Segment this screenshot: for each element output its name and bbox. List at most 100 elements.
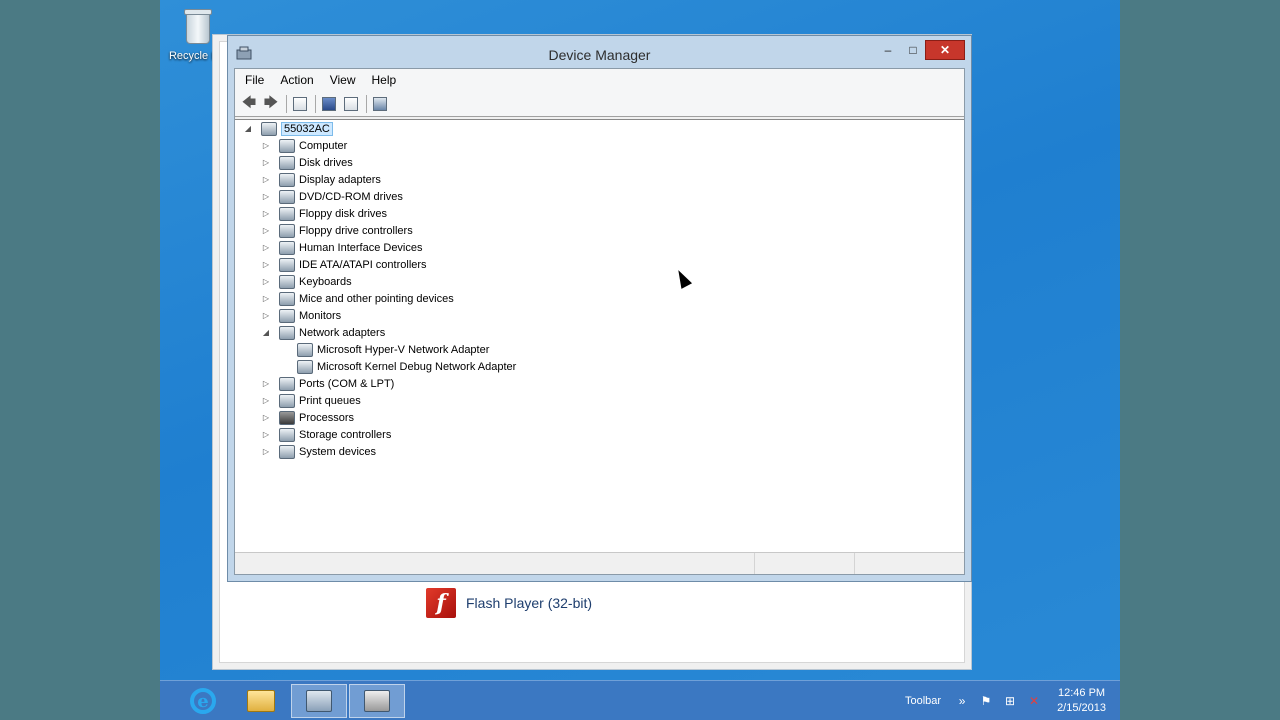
action-center-flag-icon[interactable]: ⚑	[979, 694, 993, 708]
tree-item-processors[interactable]: ▷ Processors	[261, 409, 354, 426]
tree-item-label: Floppy drive controllers	[299, 224, 413, 237]
tree-item-system-devices[interactable]: ▷ System devices	[261, 443, 376, 460]
menu-action[interactable]: Action	[272, 73, 321, 87]
tree-item-storage-controllers[interactable]: ▷ Storage controllers	[261, 426, 391, 443]
tree-item-label: Network adapters	[299, 326, 386, 339]
dvd-drive-icon	[279, 189, 295, 204]
taskbar: e Toolbar » ⚑ ⊞ ✕ 12:46 PM 2/15/2013	[160, 680, 1120, 720]
properties-button[interactable]	[341, 94, 361, 114]
collapse-toggle-icon[interactable]: ▷	[261, 141, 271, 150]
tree-item-label: Display adapters	[299, 173, 381, 186]
collapse-toggle-icon[interactable]: ▷	[261, 226, 271, 235]
control-panel-icon	[306, 690, 332, 712]
collapse-toggle-icon[interactable]: ▷	[261, 277, 271, 286]
clock-date: 2/15/2013	[1057, 702, 1106, 714]
tree-item-kernel-debug-network-adapter[interactable]: Microsoft Kernel Debug Network Adapter	[297, 358, 516, 375]
forward-arrow-icon[interactable]: 🡆	[261, 94, 281, 114]
port-icon	[279, 376, 295, 391]
toolbar-divider	[286, 94, 287, 113]
status-segment	[235, 553, 755, 574]
tree-item-dvd-cd-rom-drives[interactable]: ▷ DVD/CD-ROM drives	[261, 188, 403, 205]
title-bar[interactable]: Device Manager – □ ✕	[228, 36, 971, 68]
expand-toggle-icon[interactable]: ◢	[243, 124, 253, 133]
status-segment	[855, 553, 935, 574]
collapse-toggle-icon[interactable]: ▷	[261, 192, 271, 201]
storage-controller-icon	[279, 427, 295, 442]
collapse-toggle-icon[interactable]: ▷	[261, 430, 271, 439]
close-button[interactable]: ✕	[925, 40, 965, 60]
toolbar-label[interactable]: Toolbar	[905, 695, 941, 707]
flash-player-label: Flash Player (32-bit)	[466, 595, 593, 611]
collapse-toggle-icon[interactable]: ▷	[261, 379, 271, 388]
tree-root-label: 55032AC	[281, 121, 333, 136]
scan-hardware-button[interactable]	[370, 94, 390, 114]
device-manager-icon	[364, 690, 390, 712]
tree-item-monitors[interactable]: ▷ Monitors	[261, 307, 341, 324]
device-manager-window: Device Manager – □ ✕ File Action View He…	[227, 35, 972, 582]
tree-item-label: Disk drives	[299, 156, 353, 169]
tree-item-computer[interactable]: ▷ Computer	[261, 137, 347, 154]
desktop: Recycle Bin f Flash Player (32-bit) Devi…	[160, 0, 1120, 720]
toolbar: 🡄 🡆	[235, 91, 964, 117]
network-adapter-icon	[297, 359, 313, 374]
chevron-icon[interactable]: »	[955, 694, 969, 708]
flash-player-item[interactable]: f Flash Player (32-bit)	[426, 588, 592, 618]
menu-view[interactable]: View	[322, 73, 364, 87]
tree-item-label: System devices	[299, 445, 377, 458]
taskbar-device-manager[interactable]	[349, 684, 405, 718]
tree-item-label: Floppy disk drives	[299, 207, 388, 220]
collapse-toggle-icon[interactable]: ▷	[261, 209, 271, 218]
tree-item-network-adapters[interactable]: ◢ Network adapters	[261, 324, 385, 341]
tree-item-label: IDE ATA/ATAPI controllers	[299, 258, 427, 271]
tree-item-ports[interactable]: ▷ Ports (COM & LPT)	[261, 375, 394, 392]
help-button[interactable]	[319, 94, 339, 114]
taskbar-file-explorer[interactable]	[233, 684, 289, 718]
tree-item-display-adapters[interactable]: ▷ Display adapters	[261, 171, 381, 188]
clock[interactable]: 12:46 PM 2/15/2013	[1057, 686, 1106, 716]
menu-bar: File Action View Help	[235, 69, 964, 91]
mouse-icon	[279, 291, 295, 306]
collapse-toggle-icon[interactable]: ▷	[261, 294, 271, 303]
minimize-button[interactable]: –	[875, 40, 901, 60]
console-tree-icon	[293, 96, 307, 111]
tree-item-label: Microsoft Kernel Debug Network Adapter	[317, 360, 517, 373]
collapse-toggle-icon[interactable]: ▷	[261, 413, 271, 422]
tree-item-label: Mice and other pointing devices	[299, 292, 454, 305]
network-icon[interactable]: ⊞	[1003, 694, 1017, 708]
menu-help[interactable]: Help	[364, 73, 405, 87]
tree-item-disk-drives[interactable]: ▷ Disk drives	[261, 154, 353, 171]
tree-item-keyboards[interactable]: ▷ Keyboards	[261, 273, 352, 290]
back-arrow-icon[interactable]: 🡄	[239, 94, 259, 114]
flash-player-icon: f	[426, 588, 456, 618]
system-tray: Toolbar » ⚑ ⊞ ✕ 12:46 PM 2/15/2013	[905, 681, 1120, 720]
taskbar-control-panel[interactable]	[291, 684, 347, 718]
tree-item-mice[interactable]: ▷ Mice and other pointing devices	[261, 290, 454, 307]
menu-file[interactable]: File	[237, 73, 272, 87]
collapse-toggle-icon[interactable]: ▷	[261, 243, 271, 252]
tree-item-floppy-drive-controllers[interactable]: ▷ Floppy drive controllers	[261, 222, 413, 239]
tree-item-human-interface-devices[interactable]: ▷ Human Interface Devices	[261, 239, 423, 256]
floppy-controller-icon	[279, 223, 295, 238]
window-title: Device Manager	[548, 47, 651, 63]
volume-muted-icon[interactable]: ✕	[1027, 694, 1041, 708]
expand-toggle-icon[interactable]: ◢	[261, 328, 271, 337]
maximize-button[interactable]: □	[901, 40, 925, 60]
collapse-toggle-icon[interactable]: ▷	[261, 311, 271, 320]
tree-root[interactable]: ◢ 55032AC	[243, 120, 333, 137]
floppy-disk-icon	[279, 206, 295, 221]
taskbar-internet-explorer[interactable]: e	[175, 684, 231, 718]
tree-item-print-queues[interactable]: ▷ Print queues	[261, 392, 361, 409]
collapse-toggle-icon[interactable]: ▷	[261, 396, 271, 405]
device-tree: ◢ 55032AC ▷ Computer ▷ Disk drives ▷ Displa…	[235, 119, 964, 553]
show-hide-console-tree-button[interactable]	[290, 94, 310, 114]
toolbar-divider	[366, 94, 367, 113]
collapse-toggle-icon[interactable]: ▷	[261, 447, 271, 456]
tree-item-hyper-v-network-adapter[interactable]: Microsoft Hyper-V Network Adapter	[297, 341, 489, 358]
tree-item-label: Computer	[299, 139, 348, 152]
tree-item-floppy-disk-drives[interactable]: ▷ Floppy disk drives	[261, 205, 387, 222]
collapse-toggle-icon[interactable]: ▷	[261, 260, 271, 269]
tree-item-label: Ports (COM & LPT)	[299, 377, 395, 390]
tree-item-ide-ata-atapi-controllers[interactable]: ▷ IDE ATA/ATAPI controllers	[261, 256, 427, 273]
collapse-toggle-icon[interactable]: ▷	[261, 158, 271, 167]
collapse-toggle-icon[interactable]: ▷	[261, 175, 271, 184]
